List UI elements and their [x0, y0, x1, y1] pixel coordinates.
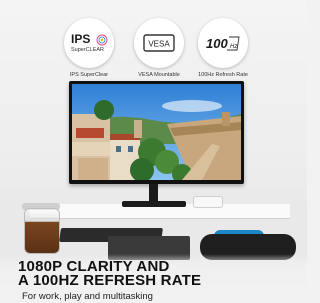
product-scene: IPS SuperCLEAR IPS SuperClear VESA VESA …	[0, 0, 307, 303]
vesa-badge: VESA	[134, 18, 184, 68]
subline: For work, play and multitasking	[22, 291, 153, 302]
router-device	[193, 196, 223, 208]
headline: 1080P CLARITY AND A 100HZ REFRESH RATE	[18, 259, 202, 289]
ips-superclear-logo-icon: IPS SuperCLEAR	[71, 32, 108, 53]
monitor	[69, 81, 244, 184]
headline-line-2: A 100HZ REFRESH RATE	[18, 272, 202, 289]
svg-text:Hz: Hz	[230, 44, 237, 50]
svg-text:100: 100	[206, 36, 228, 51]
svg-text:SuperCLEAR: SuperCLEAR	[71, 47, 104, 53]
ips-superclear-badge: IPS SuperCLEAR	[64, 18, 114, 68]
monitor-stand-base	[122, 201, 186, 207]
monitor-screen-image	[72, 84, 241, 180]
coastal-town-landscape-image	[72, 84, 241, 180]
ips-superclear-caption: IPS SuperClear	[69, 72, 109, 78]
refresh-rate-caption: 100Hz Refresh Rate	[198, 72, 248, 78]
vesa-mount-icon: VESA	[143, 34, 175, 52]
svg-text:VESA: VESA	[148, 40, 170, 49]
refresh-rate-badge: 100 Hz	[198, 18, 248, 68]
refresh-rate-icon: 100 Hz	[206, 36, 240, 51]
svg-text:IPS: IPS	[71, 32, 90, 46]
iced-coffee-jar	[24, 208, 60, 254]
